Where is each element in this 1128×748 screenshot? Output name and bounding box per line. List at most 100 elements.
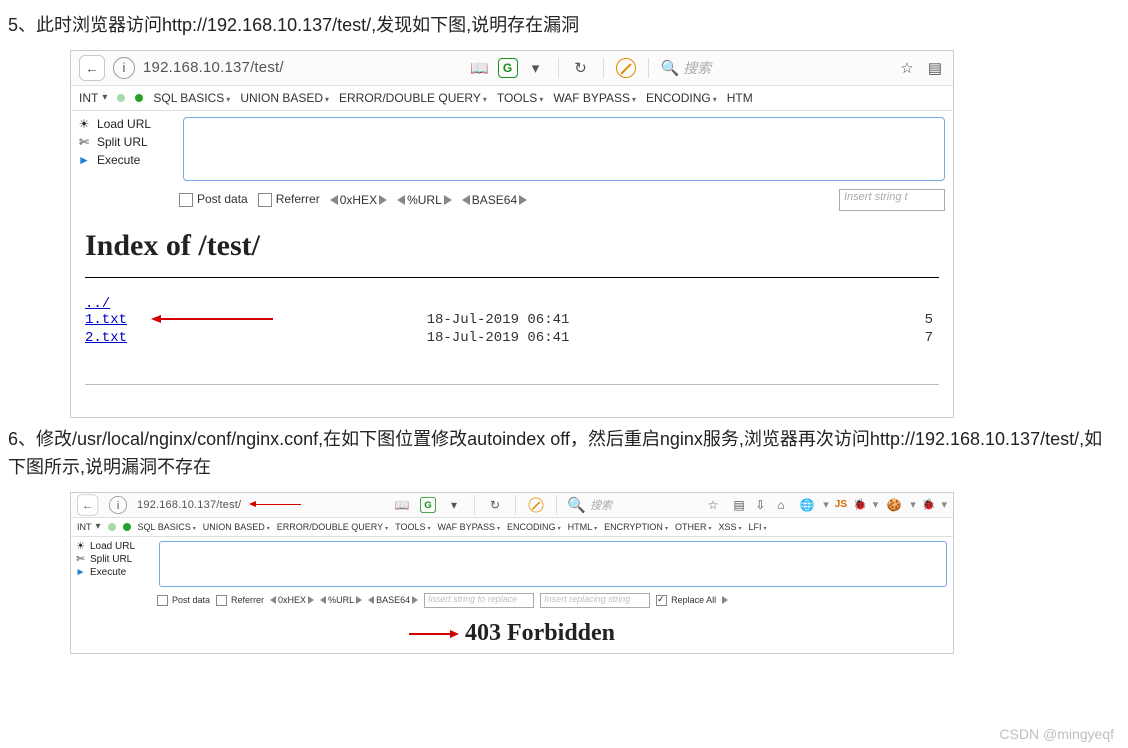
step6-text: 6、修改/usr/local/nginx/conf/nginx.conf,在如下… — [8, 426, 1120, 482]
dot-icon — [108, 523, 116, 531]
cookie-icon[interactable]: 🍪 — [886, 497, 902, 513]
menu-html[interactable]: HTM — [727, 91, 753, 105]
menu-encoding[interactable]: ENCODING — [646, 91, 717, 105]
divider — [648, 58, 649, 78]
star-icon[interactable]: ☆ — [705, 497, 721, 513]
menu-wafbypass[interactable]: WAF BYPASS — [438, 522, 501, 532]
address-bar[interactable]: 192.168.10.137/test/ — [137, 499, 241, 511]
execute-button[interactable]: ►Execute — [75, 566, 155, 579]
replaceall-check[interactable]: Replace All — [656, 595, 716, 606]
load-url-button[interactable]: ☀Load URL — [75, 540, 155, 553]
menu-unionbased[interactable]: UNION BASED — [203, 522, 270, 532]
execute-button[interactable]: ►Execute — [77, 151, 177, 169]
insert-replacing-input[interactable]: Insert replacing string — [540, 593, 650, 608]
reload-icon[interactable]: ↻ — [571, 58, 591, 78]
split-url-button[interactable]: ✄Split URL — [77, 133, 177, 151]
b64-encode[interactable]: BASE64 — [368, 595, 418, 605]
browser-navbar: ← i 192.168.10.137/test/ 📖 G ▾ ↻ 🔍 搜索 ☆ … — [71, 51, 953, 86]
hr — [85, 277, 939, 278]
hex-encode[interactable]: 0xHEX — [270, 595, 314, 605]
postdata-check[interactable]: Post data — [179, 192, 248, 207]
url-encode[interactable]: %URL — [397, 193, 452, 207]
menu-other[interactable]: OTHER — [675, 522, 712, 532]
search-box[interactable]: 🔍搜索 — [567, 496, 612, 514]
reload-icon[interactable]: ↻ — [487, 497, 503, 513]
js-icon[interactable]: JS — [835, 499, 847, 510]
noscript-icon[interactable] — [529, 497, 544, 512]
menu-lfi[interactable]: LFI — [749, 522, 767, 532]
back-button[interactable]: ← — [77, 494, 98, 515]
play-icon: ► — [75, 567, 86, 578]
library-icon[interactable]: ▤ — [731, 497, 747, 513]
star-icon[interactable]: ☆ — [897, 58, 917, 78]
play-icon: ► — [77, 153, 91, 167]
home-icon[interactable]: ⌂ — [773, 497, 789, 513]
menu-sqlbasics[interactable]: SQL BASICS — [138, 522, 196, 532]
forbidden-heading: 403 Forbidden — [71, 620, 953, 647]
url-encode[interactable]: %URL — [320, 595, 362, 605]
run-icon[interactable] — [722, 596, 728, 604]
menu-errorquery[interactable]: ERROR/DOUBLE QUERY — [277, 522, 388, 532]
menu-tools[interactable]: TOOLS — [395, 522, 430, 532]
menu-errorquery[interactable]: ERROR/DOUBLE QUERY — [339, 91, 487, 105]
postdata-check[interactable]: Post data — [157, 595, 210, 606]
referrer-check[interactable]: Referrer — [258, 192, 320, 207]
site-info-icon[interactable]: i — [113, 57, 135, 79]
divider — [603, 58, 604, 78]
int-select[interactable]: INT▾ — [79, 91, 107, 105]
library-icon[interactable]: ▤ — [925, 58, 945, 78]
file-link[interactable]: 1.txt — [85, 312, 127, 328]
int-select[interactable]: INT▾ — [77, 521, 101, 532]
globe-icon[interactable]: 🌐 — [799, 497, 815, 513]
reader-icon[interactable]: 📖 — [394, 497, 410, 513]
menu-xss[interactable]: XSS — [718, 522, 741, 532]
annotation-arrow — [409, 633, 457, 635]
reader-icon[interactable]: 📖 — [470, 58, 490, 78]
scissor-icon: ✄ — [75, 554, 86, 565]
menu-unionbased[interactable]: UNION BASED — [240, 91, 329, 105]
insert-string-input[interactable]: Insert string to replace — [424, 593, 534, 608]
download-icon[interactable]: ⇩ — [755, 498, 765, 512]
noscript-icon[interactable] — [616, 58, 636, 78]
dropdown-icon[interactable]: ▾ — [446, 497, 462, 513]
referrer-check[interactable]: Referrer — [216, 595, 264, 606]
dot-icon — [117, 94, 125, 102]
file-date: 18-Jul-2019 06:41 — [427, 312, 837, 330]
split-url-button[interactable]: ✄Split URL — [75, 553, 155, 566]
divider — [474, 495, 475, 515]
b64-encode[interactable]: BASE64 — [462, 193, 527, 207]
search-icon: 🔍 — [567, 496, 586, 514]
scissor-icon: ✄ — [77, 135, 91, 149]
hex-encode[interactable]: 0xHEX — [330, 193, 387, 207]
bug2-icon[interactable]: 🐞 — [922, 498, 936, 511]
screenshot-1: ← i 192.168.10.137/test/ 📖 G ▾ ↻ 🔍 搜索 ☆ … — [70, 50, 954, 418]
file-link[interactable]: 2.txt — [85, 330, 127, 346]
bug-icon[interactable]: 🐞 — [853, 498, 867, 511]
address-bar[interactable]: 192.168.10.137/test/ — [143, 59, 284, 76]
insert-string-input[interactable]: Insert string t — [839, 189, 945, 211]
file-size: 7 — [837, 330, 940, 348]
url-textarea[interactable] — [159, 541, 947, 587]
hackbar-toolrow: ☀Load URL ✄Split URL ►Execute — [71, 111, 953, 185]
parent-link[interactable]: ../ — [85, 296, 110, 312]
load-url-button[interactable]: ☀Load URL — [77, 115, 177, 133]
dropdown-icon[interactable]: ▾ — [526, 58, 546, 78]
shield-icon[interactable]: G — [498, 58, 518, 78]
divider — [556, 495, 557, 515]
annotation-arrow — [153, 318, 273, 320]
menu-encoding[interactable]: ENCODING — [507, 522, 561, 532]
menu-html[interactable]: HTML — [568, 522, 598, 532]
shield-icon[interactable]: G — [420, 497, 436, 513]
menu-sqlbasics[interactable]: SQL BASICS — [153, 91, 230, 105]
site-info-icon[interactable]: i — [109, 496, 127, 514]
back-button[interactable]: ← — [79, 55, 105, 81]
menu-tools[interactable]: TOOLS — [497, 91, 543, 105]
db-icon: ☀ — [77, 117, 91, 131]
menu-encryption[interactable]: ENCRYPTION — [604, 522, 668, 532]
menu-wafbypass[interactable]: WAF BYPASS — [553, 91, 636, 105]
search-icon: 🔍 — [661, 59, 680, 77]
search-box[interactable]: 🔍 搜索 — [661, 58, 712, 78]
screenshot-2: ← i 192.168.10.137/test/ 📖 G ▾ ↻ 🔍搜索 ☆ ▤… — [70, 492, 954, 654]
dot-icon — [123, 523, 131, 531]
url-textarea[interactable] — [183, 117, 945, 181]
